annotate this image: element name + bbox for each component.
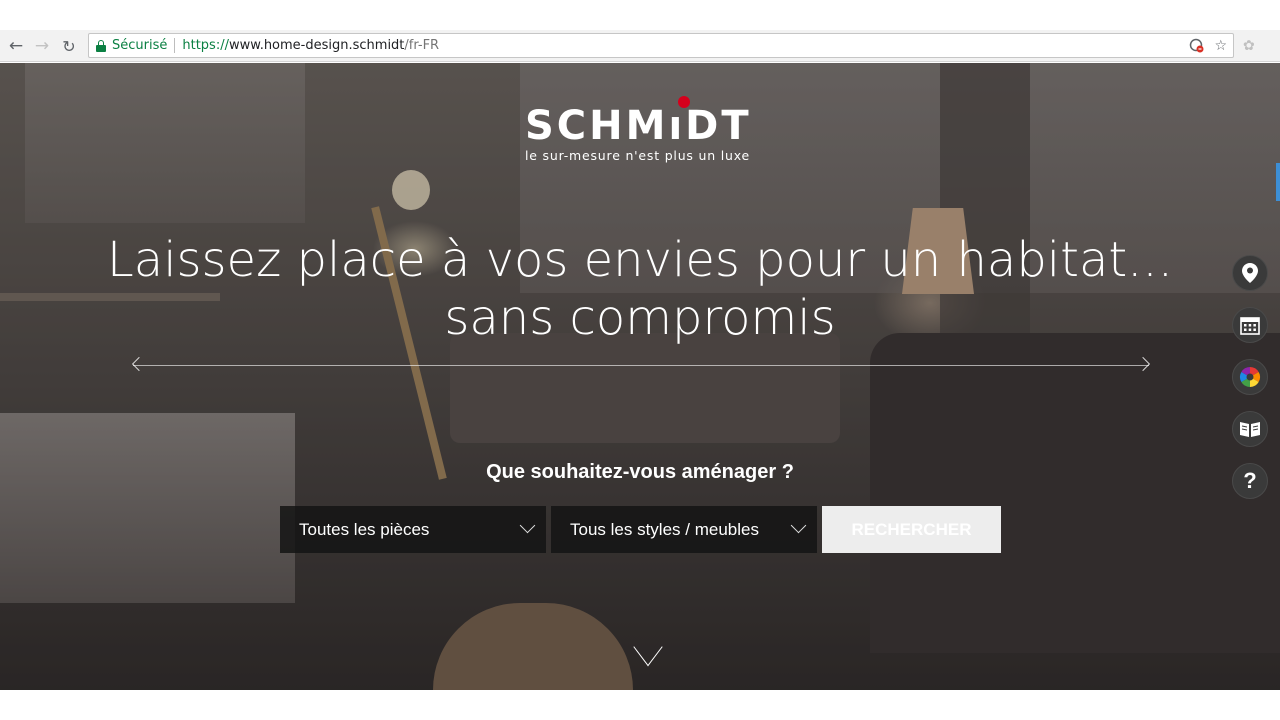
color-palette-icon <box>1240 367 1260 387</box>
logo-tagline: le sur-mesure n'est plus un luxe <box>525 148 751 163</box>
map-pin-icon <box>1242 263 1258 283</box>
logo-wordmark: SCHMıDT <box>525 96 765 149</box>
hero-headline: Laissez place à vos envies pour un habit… <box>100 231 1180 347</box>
lock-icon <box>96 39 106 52</box>
bookmark-star-icon[interactable]: ☆ <box>1214 38 1227 54</box>
schmidt-logo[interactable]: SCHMıDT le sur-mesure n'est plus un luxe <box>525 96 765 183</box>
logo-red-dot <box>678 96 690 108</box>
search-button[interactable]: RECHERCHER <box>822 506 1001 553</box>
appointment-button[interactable] <box>1232 307 1268 343</box>
url-host: www.home-design.schmidt <box>228 38 405 53</box>
url-scheme: https:// <box>182 38 229 53</box>
reload-icon[interactable]: ↻ <box>59 36 79 56</box>
hero-banner: SCHMıDT le sur-mesure n'est plus un luxe… <box>0 63 1280 690</box>
chevron-down-icon <box>790 517 807 534</box>
chevron-down-icon <box>519 517 536 534</box>
help-button[interactable]: ? <box>1232 463 1268 499</box>
extension-icon[interactable]: ✿ <box>1243 37 1255 54</box>
omnibox-separator <box>174 38 176 53</box>
translate-icon[interactable] <box>1189 38 1204 53</box>
headline-line-2: sans compromis <box>444 290 836 346</box>
calendar-icon <box>1240 317 1260 335</box>
colors-button[interactable] <box>1232 359 1268 395</box>
headline-line-1: Laissez place à vos envies pour un habit… <box>107 232 1173 288</box>
carousel-divider <box>133 365 1149 366</box>
catalog-button[interactable] <box>1232 411 1268 447</box>
address-bar[interactable]: Sécurisé https:// www.home-design.schmid… <box>88 33 1234 58</box>
top-margin <box>0 0 1280 30</box>
rooms-select-value: Toutes les pièces <box>299 519 430 539</box>
store-locator-button[interactable] <box>1232 255 1268 291</box>
forward-arrow-icon[interactable]: → <box>32 36 52 56</box>
help-icon: ? <box>1243 468 1257 493</box>
browser-toolbar: ← → ↻ Sécurisé https:// www.home-design.… <box>0 30 1280 62</box>
url-path: /fr-FR <box>404 38 440 53</box>
search-question: Que souhaitez-vous aménager ? <box>486 461 794 483</box>
catalog-book-icon <box>1240 422 1260 437</box>
bottom-margin <box>0 690 1280 720</box>
back-arrow-icon[interactable]: ← <box>6 36 26 56</box>
secure-label: Sécurisé <box>112 38 168 53</box>
rooms-select[interactable]: Toutes les pièces <box>280 506 546 553</box>
side-feedback-tab[interactable] <box>1276 163 1280 201</box>
styles-select[interactable]: Tous les styles / meubles <box>551 506 817 553</box>
styles-select-value: Tous les styles / meubles <box>570 519 759 539</box>
